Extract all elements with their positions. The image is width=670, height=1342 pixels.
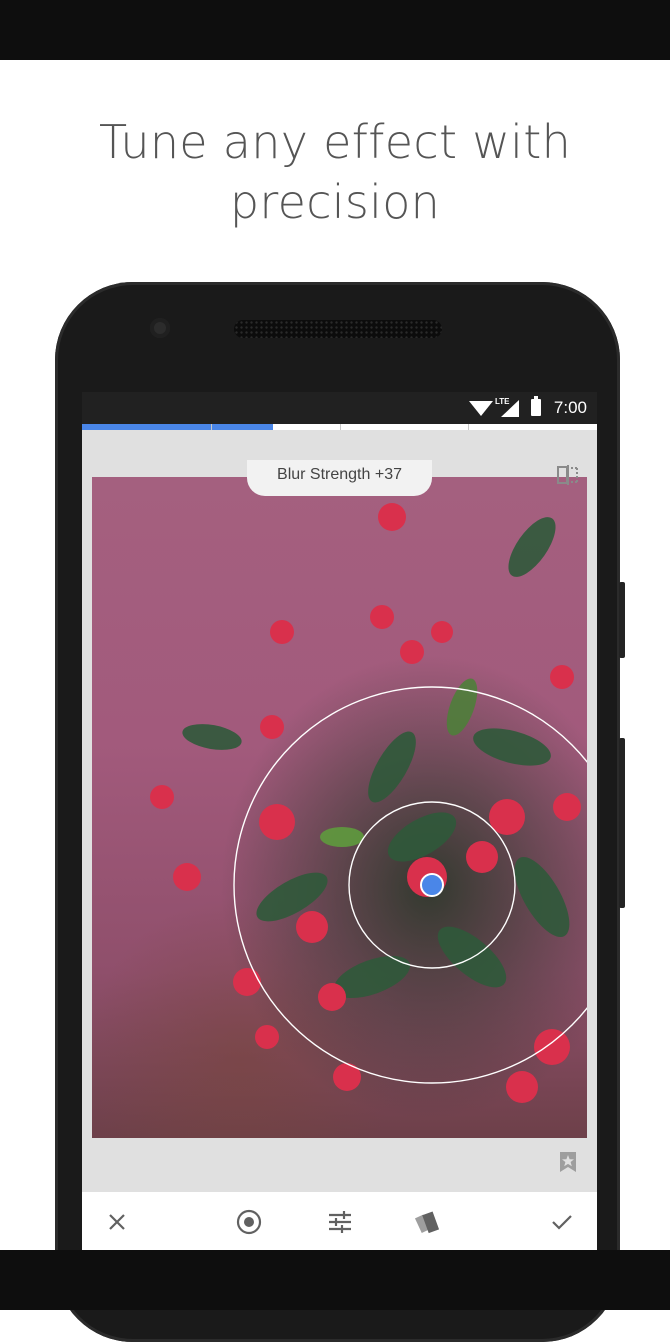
headline-line-1: Tune any effect with: [98, 115, 572, 169]
progress-tick: [211, 424, 212, 430]
flowers: [150, 503, 581, 1103]
status-bar: LTE 7:00: [82, 392, 597, 424]
phone-volume-button: [619, 738, 625, 908]
check-icon: [552, 1215, 572, 1230]
blur-strength-label: Blur Strength +37: [247, 460, 432, 496]
progress-tick: [468, 424, 469, 430]
phone-power-button: [619, 582, 625, 658]
page-title: Tune any effect with precision: [0, 112, 670, 232]
phone-speaker: [234, 320, 442, 338]
progress-fill: [82, 424, 273, 430]
adjust-button[interactable]: [324, 1206, 356, 1238]
bookmark-icon[interactable]: [559, 1151, 577, 1173]
top-band: [0, 0, 670, 60]
battery-icon: [531, 396, 541, 416]
cancel-button[interactable]: [101, 1206, 133, 1238]
styles-button[interactable]: [413, 1206, 445, 1238]
headline-line-2: precision: [229, 175, 441, 229]
progress-bar: [82, 424, 597, 430]
bottom-toolbar: [82, 1192, 597, 1250]
close-icon: [109, 1214, 125, 1230]
wifi-icon: [469, 401, 493, 416]
focus-point-button[interactable]: [233, 1206, 265, 1238]
apply-button[interactable]: [546, 1206, 578, 1238]
target-icon: [236, 1209, 262, 1235]
phone-screen: LTE 7:00 Blur Strength +37: [82, 392, 597, 1250]
status-time: 7:00: [553, 398, 587, 417]
progress-tick: [340, 424, 341, 430]
flower-photo: [150, 503, 587, 1103]
photo-preview[interactable]: [92, 477, 587, 1138]
compare-icon[interactable]: [557, 465, 579, 485]
focus-handle: [420, 873, 444, 897]
bottom-band: [0, 1250, 670, 1310]
bottom-panel: [82, 1138, 597, 1192]
sliders-icon: [329, 1211, 351, 1233]
phone-camera: [150, 318, 170, 338]
styles-icon: [415, 1211, 440, 1234]
signal-icon: [501, 400, 519, 417]
